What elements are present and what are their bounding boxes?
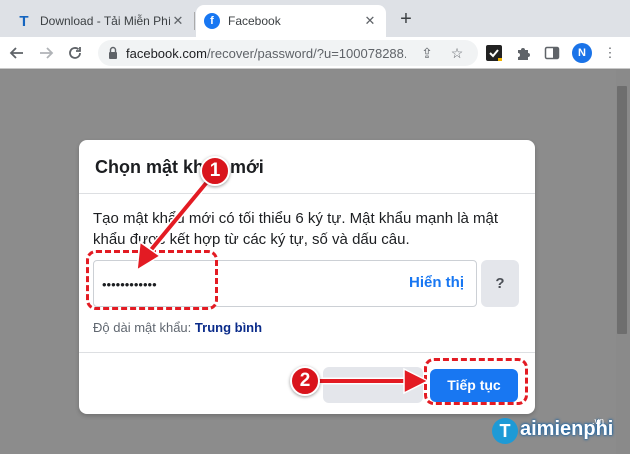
browser-toolbar: facebook.com/recover/password/?u=1000782… bbox=[0, 37, 630, 69]
url-path: /recover/password/?u=100078288... bbox=[206, 46, 406, 61]
extensions-puzzle-icon[interactable] bbox=[513, 43, 533, 63]
tab-title: Download - Tải Miễn Phí VN bbox=[40, 14, 170, 28]
dialog-title: Chọn mật khẩu mới bbox=[95, 157, 264, 177]
show-password-button[interactable]: Hiển thị bbox=[409, 274, 464, 291]
url-domain: facebook.com bbox=[126, 46, 207, 61]
dialog-description: Tạo mật khẩu mới có tối thiểu 6 ký tự. M… bbox=[93, 210, 499, 248]
taimienphi-t-icon: T bbox=[19, 12, 29, 30]
watermark-suffix: .vn bbox=[592, 416, 605, 426]
facebook-icon: f bbox=[204, 13, 220, 29]
taimienphi-logo-icon: T bbox=[492, 418, 518, 444]
tab-strip: T Download - Tải Miễn Phí VN ✕ f Faceboo… bbox=[0, 0, 630, 37]
star-icon[interactable]: ☆ bbox=[448, 44, 466, 62]
address-bar[interactable]: facebook.com/recover/password/?u=1000782… bbox=[98, 40, 478, 66]
skip-button[interactable] bbox=[323, 367, 423, 403]
tab-title: Facebook bbox=[228, 14, 281, 28]
close-icon[interactable]: ✕ bbox=[170, 13, 186, 29]
dialog-header: Chọn mật khẩu mới bbox=[79, 140, 535, 194]
tab-download[interactable]: T Download - Tải Miễn Phí VN ✕ bbox=[8, 5, 194, 37]
url-text: facebook.com/recover/password/?u=1000782… bbox=[126, 46, 406, 61]
share-icon[interactable]: ⇪ bbox=[418, 44, 436, 62]
extension-checkmark-icon[interactable] bbox=[484, 43, 504, 63]
help-button[interactable]: ? bbox=[481, 260, 519, 307]
tab-separator bbox=[194, 12, 195, 30]
scrollbar-thumb[interactable] bbox=[617, 86, 627, 334]
continue-highlight-box bbox=[424, 358, 528, 405]
lock-icon bbox=[109, 46, 117, 59]
forward-arrow-icon[interactable] bbox=[35, 42, 57, 64]
side-panel-icon[interactable] bbox=[542, 43, 562, 63]
strength-value: Trung bình bbox=[194, 320, 263, 335]
reload-icon[interactable] bbox=[64, 42, 86, 64]
tab-facebook[interactable]: f Facebook ✕ bbox=[196, 5, 386, 37]
step-1-badge: 1 bbox=[200, 156, 230, 186]
password-strength: Độ dài mật khẩu: Trung bình bbox=[93, 320, 262, 335]
new-tab-button[interactable]: + bbox=[396, 9, 416, 29]
more-menu-icon[interactable]: ⋮ bbox=[600, 43, 620, 63]
step-2-badge: 2 bbox=[290, 366, 320, 396]
password-highlight-box bbox=[86, 250, 218, 310]
back-arrow-icon[interactable] bbox=[6, 42, 28, 64]
taimienphi-watermark: T aimienphi .vn bbox=[492, 416, 622, 446]
strength-label: Độ dài mật khẩu: bbox=[93, 320, 192, 335]
avatar[interactable]: N bbox=[572, 43, 592, 63]
close-icon[interactable]: ✕ bbox=[362, 13, 378, 29]
